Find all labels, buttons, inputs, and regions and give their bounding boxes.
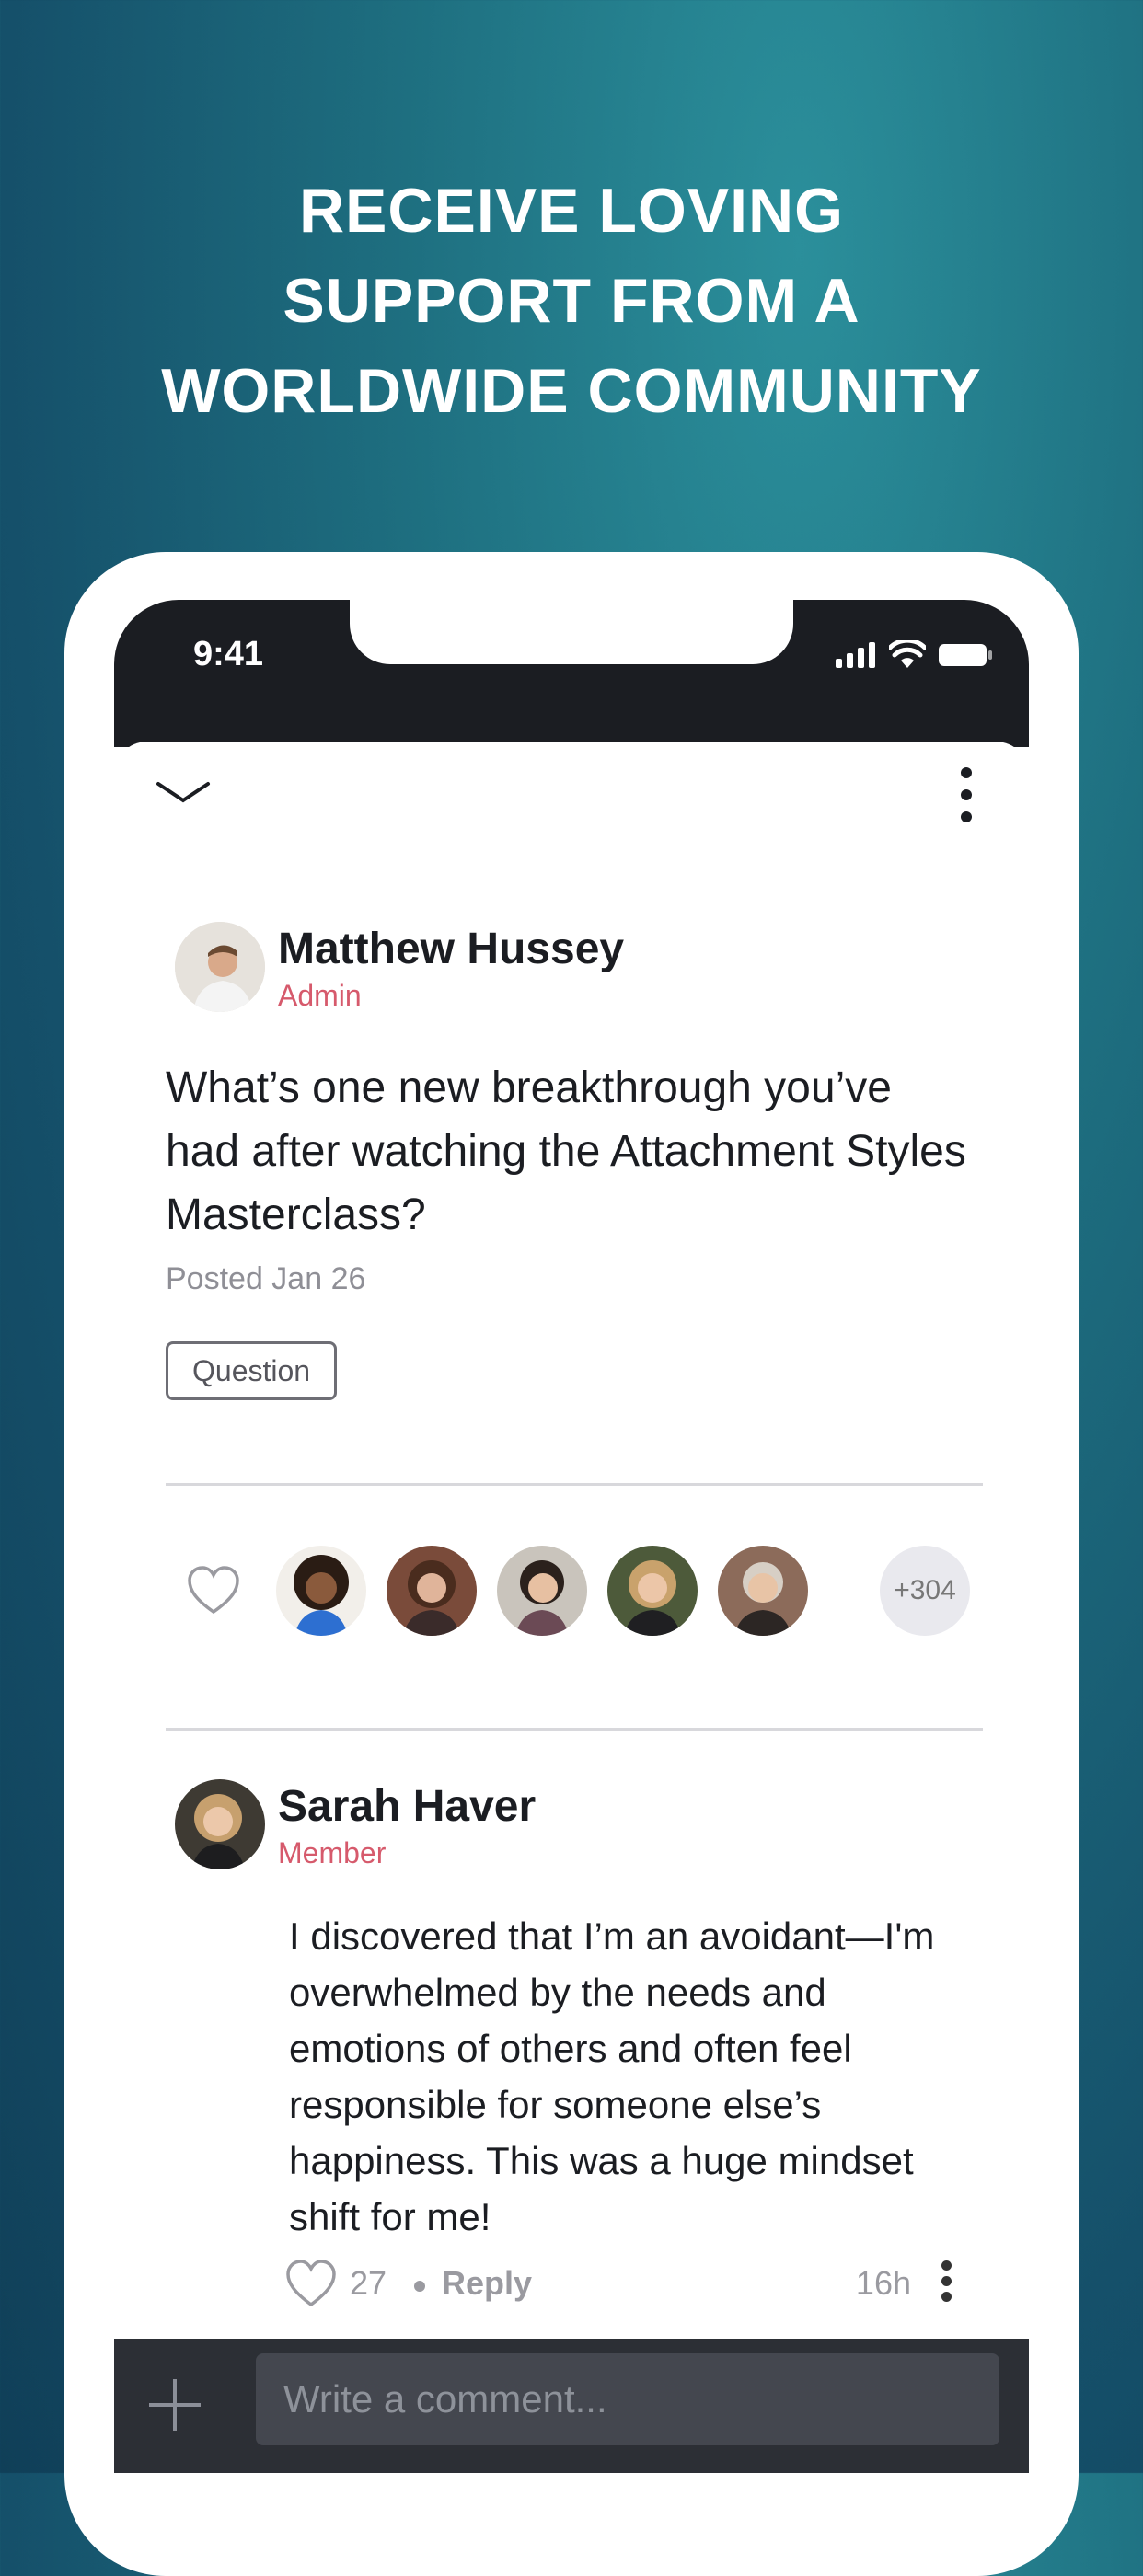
comment-author-name[interactable]: Sarah Haver (278, 1781, 536, 1832)
liker-avatar[interactable] (276, 1546, 366, 1636)
likes-row: +304 (166, 1542, 983, 1643)
comment-age: 16h (855, 2264, 911, 2302)
avatar[interactable] (175, 922, 265, 1012)
notch (350, 600, 793, 664)
add-icon[interactable] (149, 2379, 201, 2431)
comment-like-count: 27 (350, 2264, 387, 2302)
comment-author-role: Member (278, 1836, 387, 1869)
status-time: 9:41 (193, 635, 264, 673)
post-date: Posted Jan 26 (166, 1261, 366, 1296)
comment-actions: 27 Reply 16h (285, 2255, 966, 2310)
liker-avatar[interactable] (387, 1546, 477, 1636)
divider (166, 1483, 983, 1486)
reply-button[interactable]: Reply (442, 2264, 532, 2303)
comment-composer (114, 2339, 1029, 2473)
liker-avatar[interactable] (718, 1546, 808, 1636)
headline-line-1: RECEIVE LOVING (298, 176, 845, 246)
status-bar: 9:41 (114, 600, 1029, 747)
comment-text: I discovered that I’m an avoidant—I'm ov… (289, 1915, 935, 2238)
post-tag[interactable]: Question (166, 1341, 338, 1400)
separator-dot (414, 2281, 425, 2292)
headline: RECEIVE LOVING SUPPORT FROM A WORLDWIDE … (0, 166, 1143, 436)
signal-icon (836, 642, 875, 668)
post-author-name[interactable]: Matthew Hussey (278, 924, 624, 974)
phone-screen: 9:41 Matthew Hussey Admin What’s one new… (114, 600, 1029, 2532)
heart-icon[interactable] (285, 2259, 337, 2308)
status-icons (836, 640, 992, 668)
post-author-role: Admin (278, 979, 362, 1012)
author-photo (175, 922, 265, 1012)
liker-avatar[interactable] (607, 1546, 698, 1636)
liker-avatar[interactable] (497, 1546, 587, 1636)
comment-input[interactable] (256, 2353, 999, 2445)
chevron-down-icon[interactable] (151, 775, 215, 811)
likers-more-count[interactable]: +304 (880, 1546, 970, 1636)
avatar[interactable] (175, 1779, 265, 1869)
sheet-header (114, 742, 1029, 852)
divider (166, 1728, 983, 1731)
wifi-icon (889, 640, 926, 668)
headline-line-2: SUPPORT FROM A (283, 266, 860, 336)
more-options-icon[interactable] (957, 767, 976, 826)
headline-line-3: WORLDWIDE COMMUNITY (161, 356, 982, 426)
post-text: What’s one new breakthrough you’ve had a… (166, 1064, 966, 1239)
post-sheet: Matthew Hussey Admin What’s one new brea… (114, 742, 1029, 2532)
commenter-photo (175, 1779, 265, 1869)
battery-icon (939, 644, 992, 666)
heart-icon[interactable] (186, 1564, 241, 1617)
comment-more-icon[interactable] (939, 2260, 953, 2310)
